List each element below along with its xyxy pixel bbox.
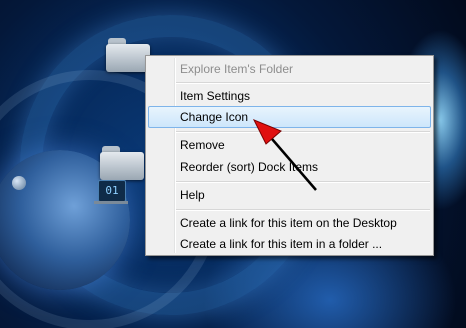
menu-separator xyxy=(176,181,430,183)
menu-item-reorder-dock-items[interactable]: Reorder (sort) Dock Items xyxy=(148,156,431,178)
wallpaper-moon xyxy=(12,176,26,190)
menu-separator xyxy=(176,82,430,84)
menu-item-explore-folder[interactable]: Explore Item's Folder xyxy=(148,58,431,80)
menu-separator xyxy=(176,131,430,133)
dock-folder-icon[interactable] xyxy=(106,38,150,72)
menu-item-remove[interactable]: Remove xyxy=(148,134,431,156)
dock-computer-icon-base xyxy=(94,201,128,204)
dock-computer-icon[interactable]: 01 xyxy=(98,180,126,202)
menu-item-item-settings[interactable]: Item Settings xyxy=(148,85,431,107)
menu-item-change-icon[interactable]: Change Icon xyxy=(148,106,431,128)
menu-separator xyxy=(176,209,430,211)
menu-item-help[interactable]: Help xyxy=(148,184,431,206)
menu-item-create-link-desktop[interactable]: Create a link for this item on the Deskt… xyxy=(148,212,431,234)
dock-folder-icon[interactable] xyxy=(100,146,144,180)
context-menu: Explore Item's Folder Item Settings Chan… xyxy=(145,55,434,256)
menu-item-create-link-folder[interactable]: Create a link for this item in a folder … xyxy=(148,233,431,255)
